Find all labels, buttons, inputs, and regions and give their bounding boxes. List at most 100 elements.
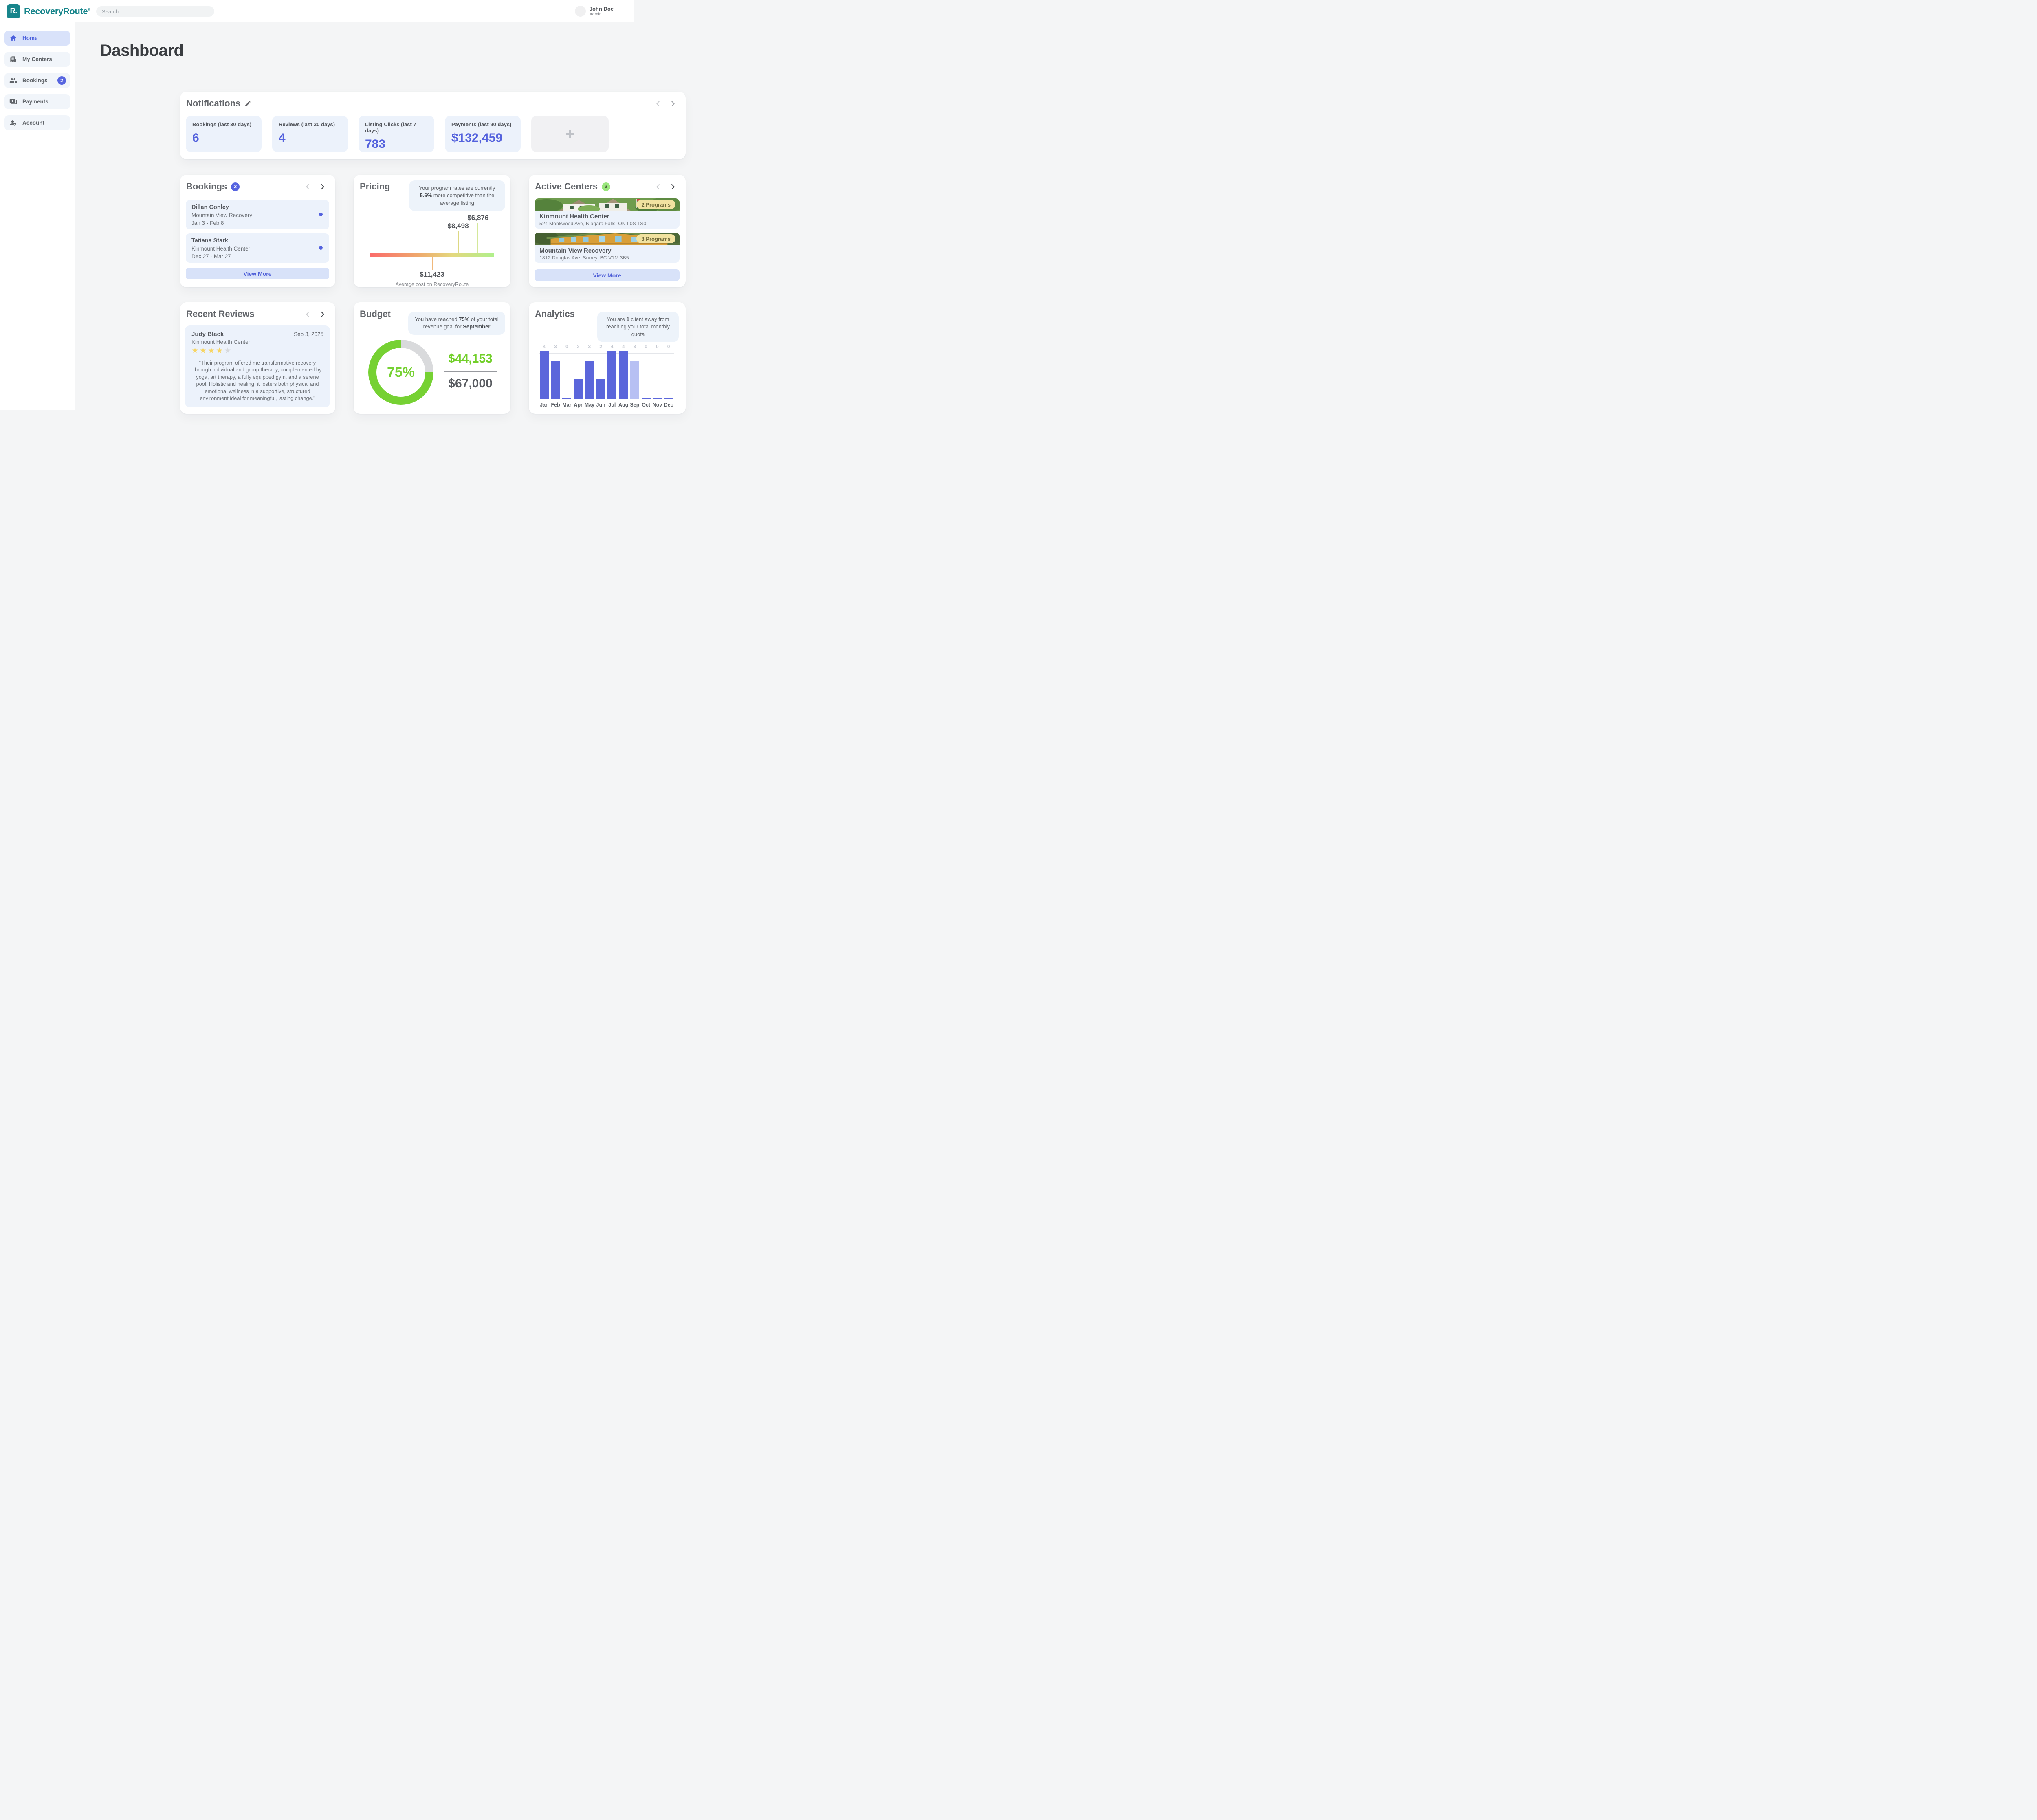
bar-value-label: 3 — [629, 344, 640, 349]
home-icon — [9, 34, 17, 42]
pricing-title: Pricing — [360, 181, 390, 192]
user-menu[interactable]: John Doe Admin — [575, 0, 614, 22]
price-marker-caption: Average cost on RecoveryRoute — [370, 281, 494, 287]
recent-reviews-card: Recent Reviews Judy Black Sep 3, 2025 Ki… — [180, 302, 335, 414]
notifications-card: Notifications Bookings (last 30 days) 6 … — [180, 92, 686, 159]
tooltip-bold: 1 — [627, 316, 629, 322]
star-icon: ★ — [216, 347, 224, 355]
user-role: Admin — [590, 12, 614, 17]
sidebar-item-account[interactable]: Account — [4, 115, 70, 130]
bar-value-label: 0 — [561, 344, 573, 349]
center-list-item[interactable]: 2 Programs Kinmount Health Center 524 Mo… — [535, 198, 680, 229]
edit-icon[interactable] — [244, 100, 251, 107]
booking-client-name: Tatiana Stark — [191, 237, 323, 244]
bookings-view-more-button[interactable]: View More — [186, 268, 329, 279]
booking-list-item[interactable]: Tatiana Stark Kinmount Health Center Dec… — [186, 233, 329, 263]
center-address: 1812 Douglas Ave, Surrey, BC V1M 3B5 — [539, 255, 675, 261]
carousel-prev-icon[interactable] — [654, 183, 662, 191]
main-content: Dashboard Notifications Bookings (last 3… — [75, 22, 634, 410]
center-name: Mountain View Recovery — [539, 247, 675, 254]
analytics-bar-column: 2Jun — [595, 345, 607, 408]
analytics-bar-column: 4Jul — [607, 345, 618, 408]
price-marker-label: $8,498 — [448, 222, 469, 230]
bar-value-label: 4 — [618, 344, 629, 349]
bar — [551, 361, 560, 399]
sidebar: Home My Centers Bookings 2 Payments Acco… — [0, 22, 75, 410]
people-icon — [9, 77, 17, 84]
center-info: Kinmount Health Center 524 Monkwood Ave,… — [535, 211, 680, 229]
price-marker-line — [432, 257, 433, 270]
review-text: “Their program offered me transformative… — [191, 359, 323, 402]
topbar: R. RecoveryRoute® John Doe Admin — [0, 0, 634, 22]
carousel-prev-icon[interactable] — [654, 100, 662, 108]
analytics-bar-column: 0 Nov — [652, 345, 663, 408]
price-gradient-bar — [370, 253, 494, 257]
budget-card: Budget You have reached 75% of your tota… — [354, 302, 510, 414]
sidebar-item-payments[interactable]: Payments — [4, 94, 70, 109]
add-widget-button[interactable]: + — [531, 116, 609, 152]
analytics-card: Analytics You are 1 client away from rea… — [529, 302, 686, 414]
carousel-next-icon[interactable] — [319, 310, 326, 318]
center-list-item[interactable]: 3 Programs Mountain View Recovery 1812 D… — [535, 233, 680, 263]
stat-label: Listing Clicks (last 7 days) — [365, 121, 428, 134]
unread-dot — [319, 213, 323, 216]
bar-category-label: Mar — [561, 402, 573, 408]
bar — [607, 351, 616, 399]
bar-category-label: Apr — [572, 402, 584, 408]
budget-tooltip: You have reached 75% of your total reven… — [408, 312, 505, 335]
bar-value-label: 0 — [652, 344, 663, 349]
building-icon — [9, 55, 17, 63]
search-input[interactable] — [96, 6, 214, 17]
analytics-bar-column: 0 Mar — [561, 345, 573, 408]
stat-value: 4 — [279, 131, 341, 145]
bar-value-label: 4 — [539, 344, 550, 349]
bar — [642, 398, 651, 399]
notifications-title: Notifications — [186, 98, 240, 109]
bar — [540, 351, 549, 399]
sidebar-item-bookings[interactable]: Bookings 2 — [4, 73, 70, 88]
booking-dates: Jan 3 - Feb 8 — [191, 220, 323, 226]
center-info: Mountain View Recovery 1812 Douglas Ave,… — [535, 245, 680, 263]
bar-value-label: 0 — [640, 344, 652, 349]
sidebar-item-home[interactable]: Home — [4, 31, 70, 46]
stat-value: 783 — [365, 137, 428, 151]
tooltip-text: Your program rates are currently — [419, 185, 495, 191]
carousel-prev-icon[interactable] — [304, 183, 312, 191]
carousel-next-icon[interactable] — [319, 183, 326, 191]
bar-category-label: May — [584, 402, 595, 408]
carousel-next-icon[interactable] — [669, 100, 677, 108]
bar-value-label: 3 — [584, 344, 595, 349]
bar-category-label: Nov — [652, 402, 663, 408]
tooltip-text: You have reached — [415, 316, 459, 322]
bar — [653, 398, 662, 399]
stat-card-bookings: Bookings (last 30 days) 6 — [186, 116, 262, 152]
review-item: Judy Black Sep 3, 2025 Kinmount Health C… — [185, 325, 330, 407]
stat-card-listing-clicks: Listing Clicks (last 7 days) 783 — [359, 116, 434, 152]
carousel-prev-icon[interactable] — [304, 310, 312, 318]
booking-client-name: Dillan Conley — [191, 204, 323, 211]
carousel-next-icon[interactable] — [669, 183, 677, 191]
analytics-bar-column: 3 May — [584, 345, 595, 408]
pricing-tooltip: Your program rates are currently 5.6% mo… — [409, 180, 505, 211]
bar-category-label: Dec — [663, 402, 674, 408]
analytics-bar-column: 4Aug — [618, 345, 629, 408]
budget-goal: $67,000 — [444, 377, 497, 391]
analytics-bar-column: 3Sep — [629, 345, 640, 408]
analytics-bars: 4Jan3Feb0Mar2Apr3May2Jun4Jul4Aug3Sep0Oct… — [539, 345, 674, 408]
bar-value-label: 3 — [550, 344, 561, 349]
pricing-card: Pricing Your program rates are currently… — [354, 175, 510, 287]
bar-category-label: Jun — [595, 402, 607, 408]
review-center: Kinmount Health Center — [191, 339, 323, 345]
bar — [596, 379, 605, 399]
centers-view-more-button[interactable]: View More — [535, 269, 680, 281]
bar — [562, 398, 571, 399]
sidebar-item-my-centers[interactable]: My Centers — [4, 52, 70, 67]
registered-mark: ® — [88, 7, 90, 11]
active-centers-title: Active Centers — [535, 181, 598, 192]
booking-list-item[interactable]: Dillan Conley Mountain View Recovery Jan… — [186, 200, 329, 229]
reviewer-name: Judy Black — [191, 331, 224, 338]
tooltip-bold: 5.6% — [420, 192, 432, 198]
app-logo[interactable]: R. RecoveryRoute® — [7, 4, 90, 18]
pricing-scale-chart: $6,876 $8,498 $11,423 Average cost on Re… — [370, 214, 494, 283]
bar-value-label: 0 — [663, 344, 674, 349]
